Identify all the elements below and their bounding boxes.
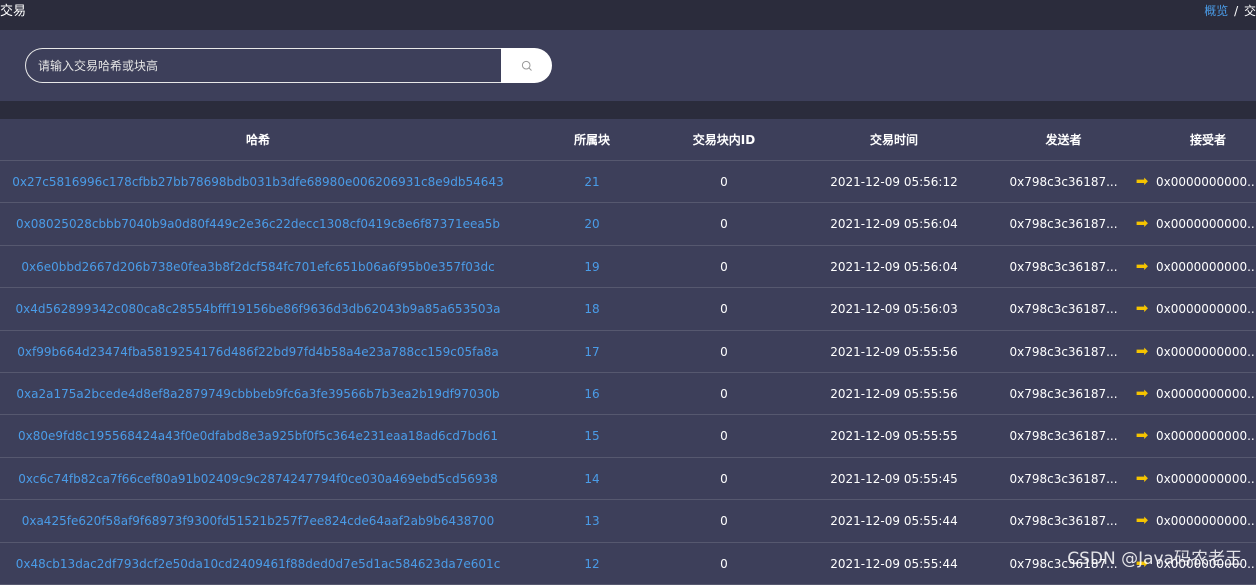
tx-time: 2021-12-09 05:55:45 [830,471,958,486]
receiver-address[interactable]: 0x0000000000... [1156,500,1256,542]
sender-address[interactable]: 0x798c3c36187... [1000,203,1127,245]
sender-address[interactable]: 0x798c3c36187... [1000,458,1127,500]
tx-hash-link[interactable]: 0x08025028cbbb7040b9a0d80f449c2e36c22dec… [0,203,516,245]
table-row: 0xc6c74fb82ca7f66cef80a91b02409c9c287424… [0,457,1256,501]
tx-index: 0 [720,556,728,571]
table-row: 0xa425fe620f58af9f68973f9300fd51521b257f… [0,500,1256,543]
receiver-address[interactable]: 0x0000000000... [1156,203,1256,245]
tx-hash-link[interactable]: 0x4d562899342c080ca8c28554bfff19156be86f… [0,288,516,330]
block-number-link[interactable]: 19 [566,246,618,288]
tx-index: 0 [720,259,728,274]
tx-hash-link[interactable]: 0x48cb13dac2df793dcf2e50da10cd2409461f88… [0,543,516,585]
tx-index: 0 [720,175,728,189]
block-number-link[interactable]: 16 [566,373,618,415]
sender-address[interactable]: 0x798c3c36187... [1000,288,1127,330]
tx-hash-link[interactable]: 0x80e9fd8c195568424a43f0e0dfabd8e3a925bf… [0,415,516,457]
tx-index: 0 [720,429,728,444]
tx-time: 2021-12-09 05:55:56 [830,386,958,401]
arrow-right-icon: ➡ [1135,214,1149,233]
tx-time: 2021-12-09 05:56:12 [830,175,958,189]
search-area [0,30,1256,101]
block-number-link[interactable]: 17 [566,331,618,373]
table-row: 0x6e0bbd2667d206b738e0fea3b8f2dcf584fc70… [0,245,1256,289]
column-header-hash: 哈希 [245,133,270,147]
tx-index: 0 [720,386,728,401]
column-header-block: 所属块 [573,133,610,147]
block-number-link[interactable]: 18 [566,288,618,330]
arrow-right-icon: ➡ [1135,172,1149,190]
arrow-right-icon: ➡ [1135,383,1149,402]
table-row: 0x4d562899342c080ca8c28554bfff19156be86f… [0,288,1256,331]
receiver-address[interactable]: 0x0000000000... [1156,458,1256,500]
column-header-time: 交易时间 [869,133,918,147]
transactions-table: 哈希 所属块 交易块内ID 交易时间 发送者 接受者 0x27c5816996c… [0,119,1256,585]
breadcrumb-current: 交 [1243,4,1256,18]
column-header-index: 交易块内ID [692,133,756,147]
receiver-address[interactable]: 0x0000000000... [1156,373,1256,415]
table-header: 哈希 所属块 交易块内ID 交易时间 发送者 接受者 [0,119,1256,161]
column-header-sender: 发送者 [1045,133,1082,147]
table-row: 0xf99b664d23474fba5819254176d486f22bd97f… [0,330,1256,373]
arrow-right-icon: ➡ [1135,468,1149,487]
block-number-link[interactable]: 15 [566,415,618,457]
arrow-right-icon: ➡ [1135,426,1149,445]
block-number-link[interactable]: 21 [566,161,618,203]
table-row: 0x27c5816996c178cfbb27bb78698bdb031b3dfe… [0,161,1256,204]
block-number-link[interactable]: 20 [566,203,618,245]
tx-index: 0 [720,471,728,486]
sender-address[interactable]: 0x798c3c36187... [1000,331,1127,373]
watermark: CSDN @Java码农老王 [1067,549,1242,569]
tx-hash-link[interactable]: 0xf99b664d23474fba5819254176d486f22bd97f… [0,331,516,373]
table-row: 0x80e9fd8c195568424a43f0e0dfabd8e3a925bf… [0,415,1256,458]
tx-time: 2021-12-09 05:55:55 [830,429,958,444]
receiver-address[interactable]: 0x0000000000... [1156,288,1256,330]
arrow-right-icon: ➡ [1135,511,1149,530]
breadcrumb: 概览 / 交 [1204,3,1256,19]
tx-time: 2021-12-09 05:56:04 [830,217,958,232]
breadcrumb-overview-link[interactable]: 概览 [1204,4,1228,18]
search-button[interactable] [501,48,552,83]
tx-hash-link[interactable]: 0xa2a175a2bcede4d8ef8a2879749cbbbeb9fc6a… [0,373,516,415]
sender-address[interactable]: 0x798c3c36187... [1000,415,1127,457]
search-icon [521,60,532,71]
divider-band [0,101,1256,119]
arrow-right-icon: ➡ [1135,256,1149,275]
receiver-address[interactable]: 0x0000000000... [1156,331,1256,373]
arrow-right-icon: ➡ [1135,341,1149,360]
breadcrumb-separator: / [1234,4,1239,18]
table-row: 0xa2a175a2bcede4d8ef8a2879749cbbbeb9fc6a… [0,372,1256,416]
tx-time: 2021-12-09 05:55:56 [830,344,958,359]
block-number-link[interactable]: 13 [566,500,618,542]
table-row: 0x08025028cbbb7040b9a0d80f449c2e36c22dec… [0,203,1256,246]
sender-address[interactable]: 0x798c3c36187... [1000,246,1127,288]
receiver-address[interactable]: 0x0000000000... [1156,246,1256,288]
sender-address[interactable]: 0x798c3c36187... [1000,500,1127,542]
tx-time: 2021-12-09 05:56:04 [830,259,958,274]
tx-hash-link[interactable]: 0x6e0bbd2667d206b738e0fea3b8f2dcf584fc70… [0,246,516,288]
block-number-link[interactable]: 12 [566,543,618,585]
table-body: 0x27c5816996c178cfbb27bb78698bdb031b3dfe… [0,161,1256,585]
tx-hash-link[interactable]: 0xc6c74fb82ca7f66cef80a91b02409c9c287424… [0,458,516,500]
tx-time: 2021-12-09 05:55:44 [830,556,958,571]
tx-index: 0 [720,217,728,232]
page-title: 交易 [0,4,27,19]
arrow-right-icon: ➡ [1135,299,1149,318]
column-header-receiver: 接受者 [1189,133,1226,147]
tx-index: 0 [720,302,728,317]
tx-hash-link[interactable]: 0xa425fe620f58af9f68973f9300fd51521b257f… [0,500,516,542]
tx-time: 2021-12-09 05:56:03 [830,302,958,317]
sender-address[interactable]: 0x798c3c36187... [1000,161,1127,203]
tx-index: 0 [720,344,728,359]
block-number-link[interactable]: 14 [566,458,618,500]
sender-address[interactable]: 0x798c3c36187... [1000,373,1127,415]
tx-hash-link[interactable]: 0x27c5816996c178cfbb27bb78698bdb031b3dfe… [0,161,516,203]
top-bar: 交易 概览 / 交 [0,0,1256,30]
tx-time: 2021-12-09 05:55:44 [830,514,958,529]
search-input[interactable] [25,48,501,83]
tx-index: 0 [720,514,728,529]
receiver-address[interactable]: 0x0000000000... [1156,415,1256,457]
receiver-address[interactable]: 0x0000000000... [1156,161,1256,203]
